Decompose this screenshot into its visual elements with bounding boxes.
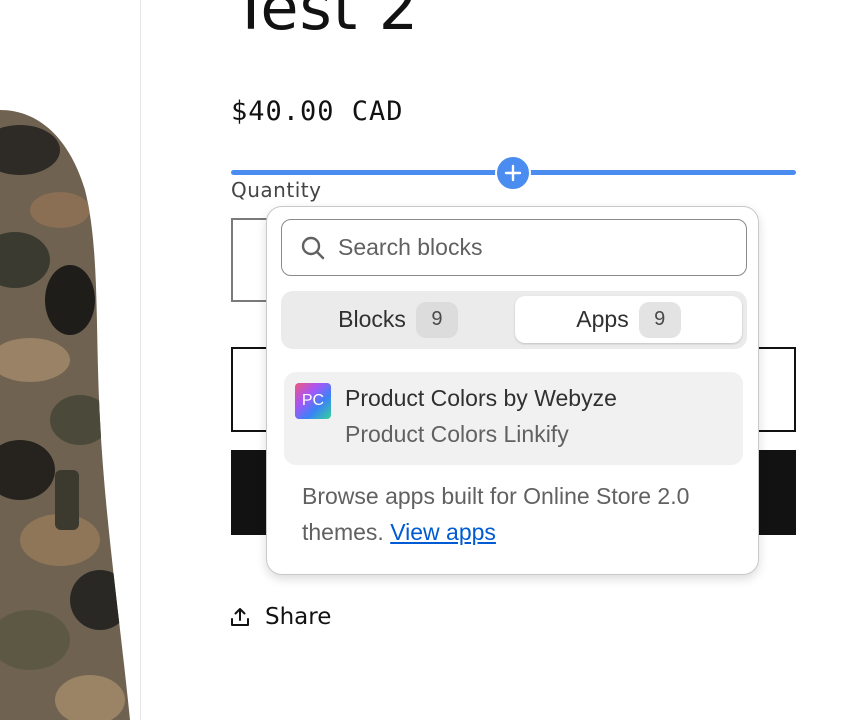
app-list-item[interactable]: PC Product Colors by Webyze Product Colo… xyxy=(284,372,743,465)
tab-apps-count: 9 xyxy=(638,301,681,338)
picker-tabs: Blocks 9 Apps 9 xyxy=(281,291,747,349)
search-icon xyxy=(301,236,325,259)
view-apps-link[interactable]: View apps xyxy=(390,519,496,545)
share-button[interactable]: Share xyxy=(229,604,331,630)
share-label: Share xyxy=(265,604,332,630)
share-icon xyxy=(231,608,249,626)
browse-apps-text: Browse apps built for Online Store 2.0 t… xyxy=(302,478,742,550)
plus-icon xyxy=(504,164,522,182)
add-block-button[interactable] xyxy=(495,155,531,191)
product-title: Test 2 xyxy=(232,0,420,44)
tab-blocks-count: 9 xyxy=(415,301,458,338)
search-input[interactable] xyxy=(338,234,738,261)
app-logo-icon: PC xyxy=(295,383,331,419)
product-image xyxy=(0,0,140,720)
image-divider xyxy=(140,0,141,720)
tab-apps-label: Apps xyxy=(576,306,629,332)
tab-apps[interactable]: Apps 9 xyxy=(515,296,742,343)
app-name: Product Colors by Webyze xyxy=(345,385,617,411)
tab-blocks[interactable]: Blocks 9 xyxy=(281,296,515,343)
block-picker-popover: Blocks 9 Apps 9 PC Product Colors by Web… xyxy=(266,206,759,575)
product-price: $40.00 CAD xyxy=(231,96,404,127)
quantity-label: Quantity xyxy=(231,178,322,202)
search-field[interactable] xyxy=(281,219,747,276)
app-subtitle: Product Colors Linkify xyxy=(345,421,569,447)
tab-blocks-label: Blocks xyxy=(338,306,406,332)
